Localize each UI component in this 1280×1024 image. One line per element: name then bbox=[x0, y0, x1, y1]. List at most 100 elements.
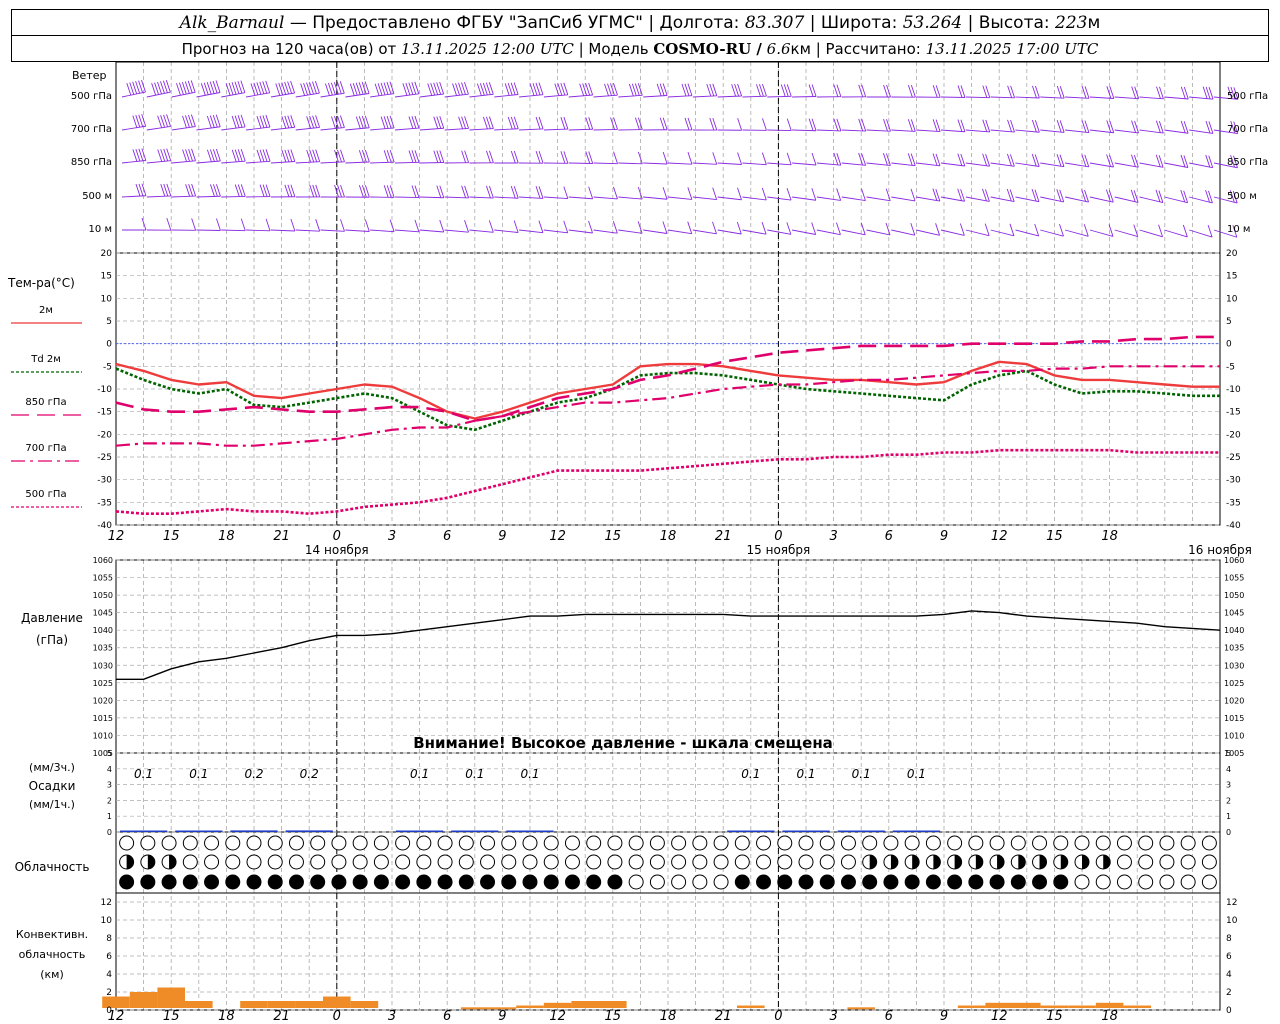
cloud-symbol bbox=[564, 835, 580, 851]
cloud-symbol bbox=[734, 854, 750, 870]
cloud-symbol bbox=[458, 835, 474, 851]
conv-bar bbox=[1013, 1002, 1041, 1008]
wind-barb-staff bbox=[593, 229, 618, 234]
wind-barb-staff bbox=[568, 162, 593, 164]
hour-label: 9 bbox=[940, 529, 948, 544]
press-tick-right: 1040 bbox=[1224, 626, 1244, 635]
wind-barb-staff bbox=[345, 127, 370, 131]
wind-barb-staff bbox=[792, 162, 817, 166]
cloud-symbol bbox=[1116, 854, 1132, 870]
cloud-symbol bbox=[968, 874, 984, 890]
wind-barb-feather bbox=[910, 223, 916, 236]
cloud-symbol bbox=[777, 835, 793, 851]
temp-tick-left: -5 bbox=[103, 362, 112, 372]
press-tick-right: 1055 bbox=[1224, 574, 1244, 583]
wind-barb-staff bbox=[444, 127, 469, 131]
cloud-symbol bbox=[267, 854, 283, 870]
precip-tick-left: 3 bbox=[107, 781, 112, 790]
wind-barb-feather bbox=[737, 118, 743, 131]
wind-barb-staff bbox=[320, 127, 345, 131]
meteogram-chart: Ветер 500 гПа 500 гПа 700 гПа 700 гПа 850 гПа… bbox=[7, 61, 1268, 1024]
cloud-symbol bbox=[692, 854, 708, 870]
conv-bar bbox=[267, 1001, 296, 1008]
press-tick-left: 1025 bbox=[93, 679, 113, 688]
conv-tick-left: 0 bbox=[106, 1006, 112, 1016]
wind-barb-feather bbox=[389, 219, 395, 232]
cloud-symbol bbox=[352, 835, 368, 851]
wind-barb-staff bbox=[543, 196, 568, 200]
cloud-symbol bbox=[883, 835, 899, 851]
wind-barb-staff bbox=[121, 160, 146, 164]
cloud-symbol bbox=[904, 874, 920, 890]
conv-tick-right: 10 bbox=[1226, 916, 1238, 926]
cloud-symbol bbox=[204, 874, 220, 890]
cloud-symbol bbox=[395, 835, 411, 851]
wind-barb-feather bbox=[860, 222, 866, 235]
conv-bar bbox=[957, 1005, 986, 1008]
wind-barb-feather bbox=[1059, 223, 1064, 237]
precip-unit-3h: (мм/3ч.) bbox=[29, 761, 75, 774]
cloud-symbol bbox=[1010, 835, 1026, 851]
wind-barb-staff bbox=[593, 162, 618, 165]
wind-barb-staff bbox=[618, 162, 643, 165]
cloud-symbol bbox=[522, 854, 538, 870]
conv-bar bbox=[1040, 1005, 1069, 1008]
conv-tick-right: 2 bbox=[1226, 988, 1232, 998]
temp-tick-left: 5 bbox=[106, 317, 112, 327]
cloud-symbol bbox=[798, 874, 814, 890]
cloud-symbol bbox=[395, 874, 411, 890]
wind-barb-feather bbox=[786, 222, 792, 235]
temp-legend-label: 500 гПа bbox=[25, 489, 66, 500]
wind-barb-staff bbox=[643, 229, 667, 234]
cloud-symbol bbox=[140, 874, 156, 890]
precip-value-label: 0.1 bbox=[410, 767, 429, 781]
wind-barb-staff bbox=[767, 229, 791, 235]
hour-label-bottom: 6 bbox=[443, 1009, 451, 1024]
conv-bar bbox=[599, 1001, 627, 1008]
cloud-symbol-fill bbox=[954, 855, 962, 869]
cloud-symbol bbox=[1095, 835, 1111, 851]
wind-barb-feather bbox=[811, 152, 817, 166]
wind-barb-staff bbox=[519, 94, 544, 98]
precip-tick-right: 1 bbox=[1226, 812, 1231, 821]
wind-barb-staff bbox=[345, 161, 370, 164]
precip-bar bbox=[175, 830, 223, 832]
wind-barb-staff bbox=[146, 125, 171, 131]
wind-barb-feather bbox=[687, 152, 693, 165]
wind-barb-staff bbox=[419, 127, 444, 131]
temp-tick-right: -35 bbox=[1226, 498, 1241, 508]
hour-label-bottom: 18 bbox=[660, 1009, 677, 1024]
cloud-symbol bbox=[798, 854, 814, 870]
precip-tick-right: 2 bbox=[1226, 796, 1231, 805]
conv-bar bbox=[516, 1005, 544, 1008]
wind-barb-feather bbox=[836, 188, 842, 201]
conv-tick-right: 6 bbox=[1226, 952, 1232, 962]
cloud-symbol bbox=[628, 854, 644, 870]
cloud-symbol bbox=[373, 874, 389, 890]
press-tick-right: 1050 bbox=[1224, 591, 1244, 600]
cloud-symbol-fill bbox=[1018, 855, 1026, 869]
wind-barb-feather bbox=[959, 223, 965, 236]
wind-barb-staff bbox=[767, 162, 792, 166]
wind-barb-feather bbox=[563, 220, 569, 233]
cloud-symbol bbox=[246, 874, 262, 890]
cloud-symbol bbox=[671, 835, 687, 851]
wind-barb-staff bbox=[841, 229, 866, 236]
cloud-symbol bbox=[501, 835, 517, 851]
press-title: Давление bbox=[21, 611, 83, 625]
conv-bar bbox=[129, 992, 158, 1008]
wind-barb-staff bbox=[891, 229, 915, 236]
precip-value-label: 0.1 bbox=[796, 767, 815, 781]
wind-barb-staff bbox=[767, 129, 792, 132]
hour-label-bottom: 15 bbox=[605, 1009, 622, 1024]
wind-barb-staff bbox=[717, 95, 742, 98]
temp-tick-left: 10 bbox=[101, 294, 113, 304]
cloud-symbol-fill bbox=[1103, 855, 1111, 869]
cloud-symbol bbox=[416, 874, 432, 890]
wind-barb-feather bbox=[240, 218, 246, 231]
hour-label: 12 bbox=[991, 529, 1008, 544]
day-label: 14 ноября bbox=[305, 543, 369, 557]
precip-unit-1h: (мм/1ч.) bbox=[29, 798, 75, 811]
cloud-symbol bbox=[713, 874, 729, 890]
temp-tick-right: 10 bbox=[1226, 294, 1238, 304]
